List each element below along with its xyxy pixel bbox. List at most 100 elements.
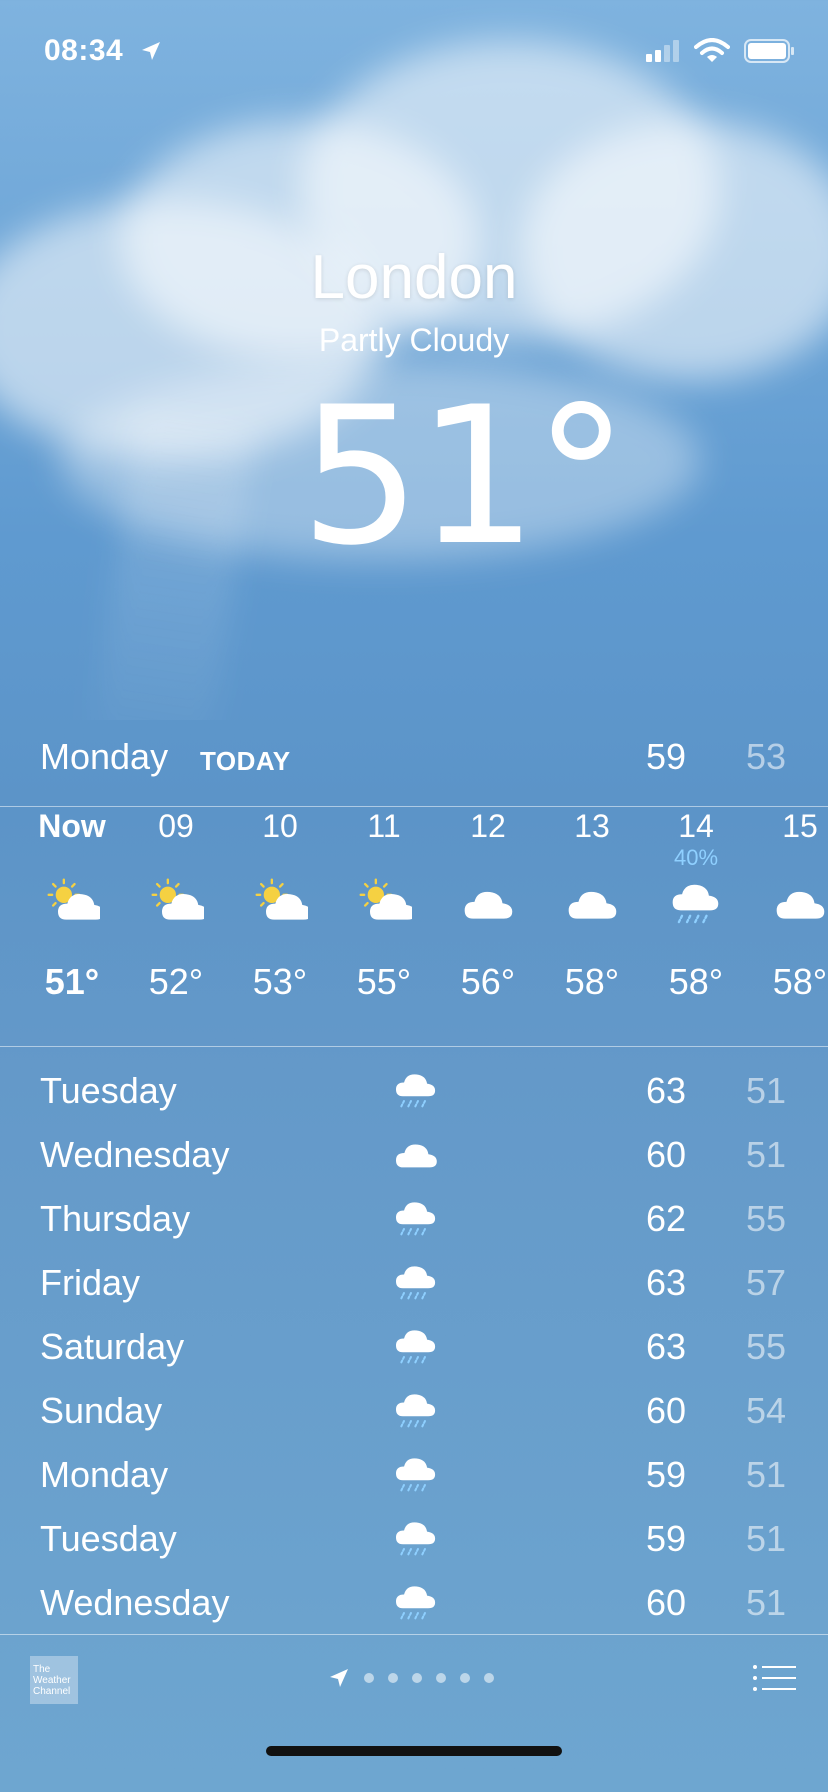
today-low: 53 [745, 736, 786, 777]
day-low: 51 [745, 1454, 786, 1495]
hour-label: 11 [367, 808, 401, 844]
current-temperature: 51° [300, 366, 629, 587]
list-icon[interactable] [752, 1664, 796, 1692]
day-low: 55 [745, 1326, 786, 1367]
bottom-toolbar: The Weather Channel [0, 1636, 828, 1792]
rain-cloud-icon [396, 1458, 436, 1492]
day-high: 62 [645, 1198, 686, 1239]
precip-chance: 40% [673, 845, 719, 870]
daily-row: Saturday 63 55 [0, 1318, 828, 1382]
hour-icon [20, 870, 124, 936]
cloud-icon [776, 891, 825, 919]
rain-cloud-icon [396, 1266, 436, 1300]
hour-icon [748, 870, 828, 936]
rain-cloud-icon [396, 1330, 436, 1364]
hour-icon [644, 870, 748, 936]
weather-channel-logo[interactable]: The Weather Channel [30, 1656, 78, 1704]
day-icon [392, 1324, 436, 1370]
day-icon [392, 1068, 436, 1114]
rain-cloud-icon [396, 1586, 436, 1620]
location-arrow-icon [330, 1669, 348, 1687]
day-low: 51 [745, 1518, 786, 1559]
partly-cloudy-icon [255, 878, 308, 920]
day-high: 63 [645, 1262, 686, 1303]
rain-cloud-icon [672, 884, 719, 924]
day-low: 55 [745, 1198, 786, 1239]
weather-channel-logo-text: The Weather Channel [33, 1664, 71, 1697]
page-dot[interactable] [460, 1673, 470, 1683]
precip-chance [748, 846, 828, 870]
day-icon [392, 1260, 436, 1306]
hour-label: 12 [470, 808, 506, 844]
current-condition: Partly Cloudy [318, 322, 510, 358]
precip-chance [332, 846, 436, 870]
day-high: 59 [645, 1454, 686, 1495]
day-low: 51 [745, 1582, 786, 1623]
hour-label: 14 [678, 808, 714, 844]
hour-icon [436, 870, 540, 936]
wifi-icon [694, 38, 730, 62]
page-dot[interactable] [484, 1673, 494, 1683]
page-indicator[interactable] [328, 1666, 494, 1690]
location-arrow-icon [142, 42, 160, 60]
hourly-forecast[interactable]: Now 51° 09 52° 10 53° 11 55° 12 56° 13 58° 14 40% 58° 1… [0, 806, 828, 1046]
signal-icon [646, 40, 679, 62]
today-day-name: Monday [40, 736, 169, 777]
hourly-item: 11 55° [332, 806, 436, 1004]
hourly-item: 15 58° [748, 806, 828, 1004]
day-high: 60 [645, 1582, 686, 1623]
precip-chance [20, 846, 124, 870]
daily-forecast[interactable]: Tuesday 63 51 Wednesday 60 51 Thursday 62 55 Frid… [0, 1062, 828, 1638]
page-dot[interactable] [364, 1673, 374, 1683]
day-name: Thursday [40, 1198, 191, 1239]
day-icon [392, 1132, 437, 1178]
today-label: TODAY [200, 746, 291, 776]
daily-row: Tuesday 63 51 [0, 1062, 828, 1126]
status-bar: 08:34 [0, 30, 828, 70]
day-high: 63 [645, 1070, 686, 1111]
page-dot[interactable] [412, 1673, 422, 1683]
hourly-item: 09 52° [124, 806, 228, 1004]
day-icon [392, 1516, 436, 1562]
hour-label: Now [38, 808, 106, 844]
day-low: 54 [745, 1390, 786, 1431]
hour-icon [332, 870, 436, 936]
hour-temp: 53° [252, 961, 308, 1002]
day-low: 51 [745, 1134, 786, 1175]
precip-chance [228, 846, 332, 870]
hour-label: 10 [262, 808, 298, 844]
hour-temp: 58° [668, 961, 724, 1002]
home-indicator[interactable] [266, 1746, 562, 1756]
daily-row: Tuesday 59 51 [0, 1510, 828, 1574]
cloud-icon [464, 891, 513, 919]
partly-cloudy-icon [359, 878, 412, 920]
day-name: Monday [40, 1454, 169, 1495]
hourly-item: 10 53° [228, 806, 332, 1004]
status-time: 08:34 [44, 34, 124, 67]
day-low: 51 [745, 1070, 786, 1111]
hourly-item: 14 40% 58° [644, 806, 748, 1004]
hour-temp: 56° [460, 961, 516, 1002]
day-name: Friday [40, 1262, 141, 1303]
day-name: Saturday [40, 1326, 185, 1367]
hour-label: 15 [782, 808, 818, 844]
rain-cloud-icon [396, 1074, 436, 1108]
day-high: 63 [645, 1326, 686, 1367]
day-high: 60 [645, 1134, 686, 1175]
day-name: Tuesday [40, 1070, 177, 1111]
rain-cloud-icon [396, 1522, 436, 1556]
precip-chance [436, 846, 540, 870]
divider [0, 1634, 828, 1635]
page-dot[interactable] [388, 1673, 398, 1683]
hour-temp: 55° [356, 961, 412, 1002]
hour-label: 13 [574, 808, 610, 844]
day-icon [392, 1196, 436, 1242]
day-name: Wednesday [40, 1582, 230, 1623]
hour-icon [540, 870, 644, 936]
rain-cloud-icon [396, 1202, 436, 1236]
day-icon [392, 1452, 436, 1498]
cloud-icon [568, 891, 617, 919]
page-dot[interactable] [436, 1673, 446, 1683]
hour-temp: 58° [564, 961, 620, 1002]
cloud-icon [396, 1144, 437, 1168]
